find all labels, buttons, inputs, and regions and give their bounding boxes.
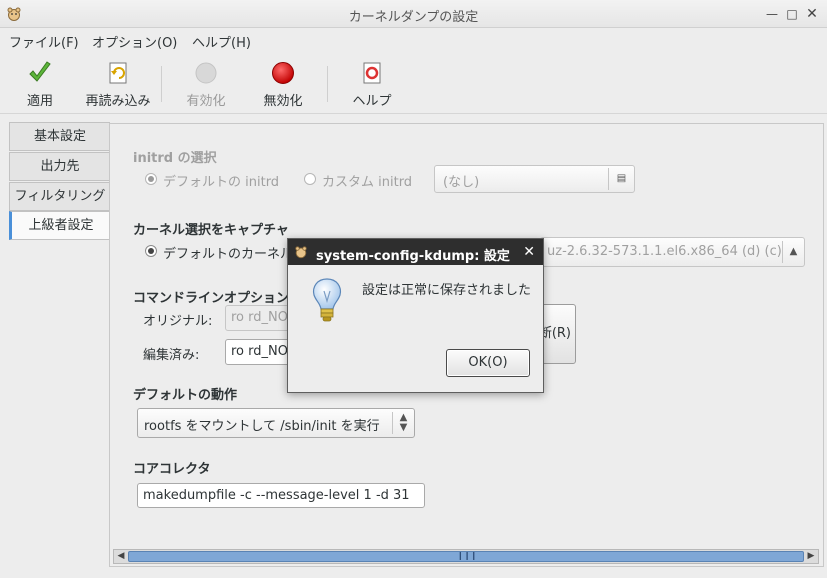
initrd-custom-radio[interactable] bbox=[304, 173, 316, 185]
initrd-default-radio[interactable] bbox=[145, 173, 157, 185]
cmdline-original-label: オリジナル: bbox=[143, 314, 213, 329]
disable-label: 無効化 bbox=[263, 94, 303, 109]
kernel-select-combo[interactable]: uz-2.6.32-573.1.1.el6.x86_64 (d) (c) ▲ bbox=[540, 237, 805, 267]
kernel-combo-value: uz-2.6.32-573.1.1.el6.x86_64 (d) (c) bbox=[547, 244, 782, 259]
cmdline-edited-label: 編集済み: bbox=[143, 348, 200, 363]
default-action-title: デフォルトの動作 bbox=[133, 388, 238, 403]
enable-circle-icon bbox=[195, 62, 217, 84]
help-lifebuoy-icon bbox=[363, 62, 381, 84]
initrd-default-label: デフォルトの initrd bbox=[163, 175, 280, 190]
menu-file[interactable]: ファイル(F) bbox=[9, 32, 79, 51]
reload-button[interactable]: 再読み込み bbox=[80, 58, 156, 110]
saved-dialog: system-config-kdump: 設定 ✕ 設定は正常に保存されました … bbox=[287, 238, 544, 393]
dialog-title: system-config-kdump: 設定 bbox=[316, 249, 510, 264]
folder-icon: ▤ bbox=[608, 168, 634, 190]
help-label: ヘルプ bbox=[352, 94, 392, 109]
window-title: カーネルダンプの設定 bbox=[348, 10, 479, 25]
menu-help[interactable]: ヘルプ(H) bbox=[192, 32, 251, 51]
tab-advanced-settings[interactable]: 上級者設定 bbox=[9, 211, 110, 240]
info-lightbulb-icon bbox=[312, 278, 342, 322]
reload-document-icon bbox=[109, 62, 127, 84]
tab-filtering[interactable]: フィルタリング bbox=[9, 182, 110, 211]
horizontal-scrollbar[interactable]: ◀ ❙❙❙ ▶ bbox=[113, 549, 819, 564]
checkmark-icon bbox=[29, 61, 51, 82]
disable-button[interactable]: 無効化 bbox=[257, 58, 309, 110]
kdump-app-icon bbox=[295, 246, 307, 259]
core-collector-title: コアコレクタ bbox=[133, 462, 211, 477]
toolbar-separator bbox=[161, 66, 162, 102]
core-collector-field[interactable]: makedumpfile -c --message-level 1 -d 31 bbox=[137, 483, 425, 508]
maximize-icon[interactable]: □ bbox=[783, 5, 801, 23]
title-bar: カーネルダンプの設定 — □ ✕ bbox=[0, 0, 827, 28]
cmdline-edited-field[interactable]: ro rd_NO bbox=[225, 339, 295, 365]
initrd-section-title: initrd の選択 bbox=[133, 151, 217, 166]
initrd-file-chooser[interactable]: (なし) ▤ bbox=[434, 165, 635, 193]
toolbar-separator bbox=[327, 66, 328, 102]
enable-label: 有効化 bbox=[186, 94, 226, 109]
toolbar: 適用 再読み込み 有効化 無効化 ヘルプ bbox=[0, 52, 827, 114]
kernel-default-label: デフォルトのカーネル bbox=[163, 247, 294, 262]
kernel-section-title: カーネル選択をキャプチャ bbox=[133, 223, 289, 238]
scrollbar-grip-icon: ❙❙❙ bbox=[457, 551, 478, 560]
menu-bar: ファイル(F) オプション(O) ヘルプ(H) bbox=[0, 28, 827, 52]
cmdline-original-field[interactable]: ro rd_NO bbox=[225, 305, 295, 331]
chevron-updown-icon: ▲ ▼ bbox=[392, 412, 414, 434]
disable-red-circle-icon bbox=[272, 62, 294, 84]
dialog-title-bar: system-config-kdump: 設定 bbox=[288, 239, 543, 265]
initrd-custom-label: カスタム initrd bbox=[322, 175, 413, 190]
dialog-message: 設定は正常に保存されました bbox=[362, 283, 532, 298]
chevron-updown-icon: ▲ bbox=[782, 241, 804, 263]
cmdline-section-title: コマンドラインオプション bbox=[133, 291, 290, 306]
menu-options[interactable]: オプション(O) bbox=[92, 32, 177, 51]
enable-button[interactable]: 有効化 bbox=[180, 58, 232, 110]
scroll-right-icon[interactable]: ▶ bbox=[804, 550, 818, 563]
help-button[interactable]: ヘルプ bbox=[346, 58, 398, 110]
default-action-value: rootfs をマウントして /sbin/init を実行 bbox=[144, 419, 380, 434]
ok-button[interactable]: OK(O) bbox=[446, 349, 530, 377]
default-action-combo[interactable]: rootfs をマウントして /sbin/init を実行 ▲ ▼ bbox=[137, 408, 415, 438]
tab-output-target[interactable]: 出力先 bbox=[9, 152, 110, 181]
reload-label: 再読み込み bbox=[85, 94, 151, 109]
minimize-icon[interactable]: — bbox=[763, 5, 781, 23]
scroll-left-icon[interactable]: ◀ bbox=[114, 550, 128, 563]
initrd-file-value: (なし) bbox=[443, 175, 480, 190]
apply-button[interactable]: 適用 bbox=[14, 58, 66, 110]
apply-label: 適用 bbox=[26, 94, 53, 109]
dialog-close-icon[interactable]: ✕ bbox=[523, 244, 535, 260]
close-icon[interactable]: ✕ bbox=[803, 5, 821, 23]
tab-basic-settings[interactable]: 基本設定 bbox=[9, 122, 110, 151]
kernel-default-radio[interactable] bbox=[145, 245, 157, 257]
